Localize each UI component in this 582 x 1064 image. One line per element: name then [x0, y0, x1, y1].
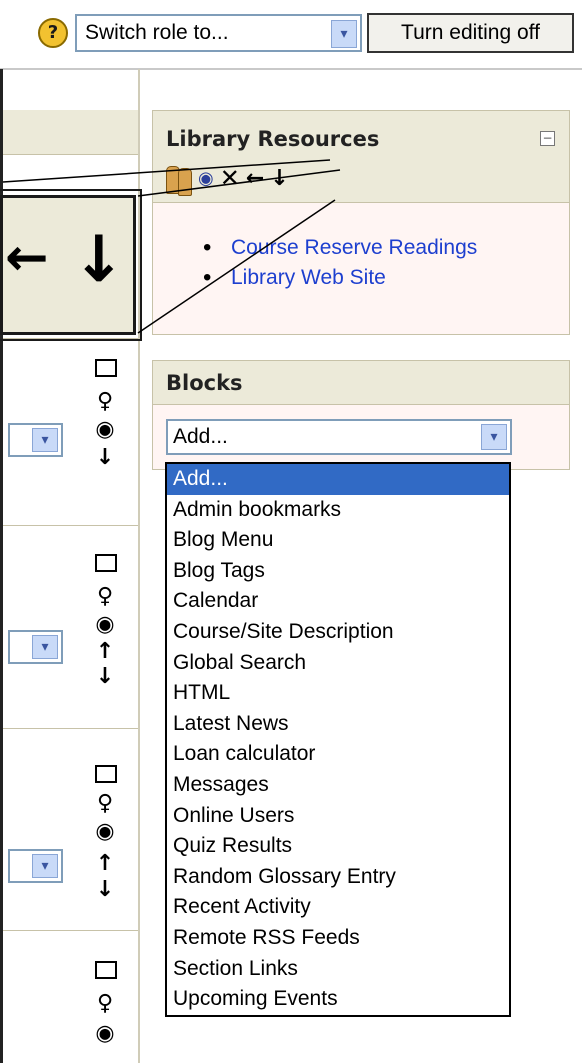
- switch-role-select[interactable]: Switch role to... ▾: [75, 14, 362, 52]
- turn-editing-off-button[interactable]: Turn editing off: [367, 13, 574, 53]
- delete-x-icon[interactable]: ✕: [220, 164, 240, 192]
- dropdown-option[interactable]: Messages: [167, 770, 509, 801]
- dropdown-option[interactable]: Add...: [167, 464, 509, 495]
- dropdown-option[interactable]: Blog Menu: [167, 525, 509, 556]
- lightbulb-icon[interactable]: ♀: [90, 993, 120, 1015]
- left-column-header: [3, 110, 138, 155]
- move-up-icon[interactable]: ↑: [90, 853, 120, 875]
- library-resources-block: Library Resources − ◉ ✕ ← ↓ Course Reser…: [152, 110, 570, 335]
- highlight-box-icon[interactable]: [95, 961, 117, 979]
- block-header: Library Resources − ◉ ✕ ← ↓: [153, 111, 569, 203]
- block-title: Library Resources: [166, 127, 380, 151]
- section-activity-select[interactable]: ▾: [8, 423, 63, 457]
- dropdown-option[interactable]: Global Search: [167, 648, 509, 679]
- switch-role-value: Switch role to...: [85, 21, 229, 44]
- course-section-1: ♀ ◉ ↓ ▾: [3, 338, 138, 524]
- dropdown-option[interactable]: Admin bookmarks: [167, 495, 509, 526]
- dropdown-option[interactable]: Calendar: [167, 586, 509, 617]
- move-left-arrow-icon[interactable]: ←: [246, 166, 264, 191]
- move-down-icon[interactable]: ↓: [90, 879, 120, 901]
- move-up-icon[interactable]: ↑: [90, 641, 120, 663]
- move-down-arrow-icon[interactable]: ↓: [270, 166, 288, 191]
- move-down-arrow-icon: ↓: [72, 223, 126, 297]
- block-edit-icons: ◉ ✕ ← ↓: [166, 163, 289, 196]
- chevron-down-icon[interactable]: ▾: [32, 854, 58, 878]
- dropdown-option[interactable]: HTML: [167, 678, 509, 709]
- column-separator: [138, 69, 140, 1063]
- lightbulb-icon[interactable]: ♀: [90, 391, 120, 413]
- chevron-down-icon[interactable]: ▾: [331, 20, 357, 48]
- highlight-box-icon[interactable]: [95, 554, 117, 572]
- dropdown-option[interactable]: Loan calculator: [167, 739, 509, 770]
- dropdown-option[interactable]: Remote RSS Feeds: [167, 923, 509, 954]
- section-activity-select[interactable]: ▾: [8, 630, 63, 664]
- help-icon[interactable]: ?: [38, 18, 68, 48]
- move-left-arrow-icon: ←: [5, 228, 49, 288]
- lightbulb-icon[interactable]: ♀: [90, 793, 120, 815]
- link-library-web-site[interactable]: Library Web Site: [203, 263, 477, 293]
- link-course-reserve-readings[interactable]: Course Reserve Readings: [203, 233, 477, 263]
- dropdown-option[interactable]: Blog Tags: [167, 556, 509, 587]
- eye-icon[interactable]: ◉: [90, 1023, 120, 1045]
- dropdown-option[interactable]: Course/Site Description: [167, 617, 509, 648]
- course-section-3: ♀ ◉ ↑ ↓ ▾: [3, 728, 138, 924]
- block-title: Blocks: [166, 371, 243, 395]
- add-block-value: Add...: [173, 425, 228, 448]
- section-activity-select[interactable]: ▾: [8, 849, 63, 883]
- collapse-icon[interactable]: −: [540, 131, 555, 146]
- add-block-dropdown-list: Add... Admin bookmarks Blog Menu Blog Ta…: [165, 462, 511, 1017]
- blocks-block: Blocks Add... ▾: [152, 360, 570, 470]
- add-block-select[interactable]: Add... ▾: [166, 419, 512, 455]
- toolbar-divider: [0, 68, 582, 70]
- move-down-icon[interactable]: ↓: [90, 666, 120, 688]
- dropdown-option[interactable]: Random Glossary Entry: [167, 862, 509, 893]
- eye-icon[interactable]: ◉: [90, 419, 120, 441]
- dropdown-option[interactable]: Online Users: [167, 801, 509, 832]
- course-section-4: ♀ ◉: [3, 930, 138, 1064]
- dropdown-option[interactable]: Latest News: [167, 709, 509, 740]
- highlight-box-icon[interactable]: [95, 765, 117, 783]
- chevron-down-icon[interactable]: ▾: [32, 635, 58, 659]
- move-down-icon[interactable]: ↓: [90, 447, 120, 469]
- dropdown-option[interactable]: Upcoming Events: [167, 984, 509, 1015]
- chevron-down-icon[interactable]: ▾: [32, 428, 58, 452]
- lightbulb-icon[interactable]: ♀: [90, 586, 120, 608]
- eye-icon[interactable]: ◉: [90, 821, 120, 843]
- dropdown-option[interactable]: Section Links: [167, 954, 509, 985]
- block-header: Blocks: [153, 361, 569, 405]
- course-section-2: ♀ ◉ ↑ ↓ ▾: [3, 525, 138, 726]
- eye-icon[interactable]: ◉: [90, 614, 120, 636]
- roles-icon[interactable]: [166, 164, 192, 196]
- dropdown-option[interactable]: Quiz Results: [167, 831, 509, 862]
- highlight-box-icon[interactable]: [95, 359, 117, 377]
- dropdown-option[interactable]: Recent Activity: [167, 892, 509, 923]
- chevron-down-icon[interactable]: ▾: [481, 424, 507, 450]
- show-hide-eye-icon[interactable]: ◉: [198, 168, 214, 189]
- library-links-list: Course Reserve Readings Library Web Site: [203, 233, 477, 293]
